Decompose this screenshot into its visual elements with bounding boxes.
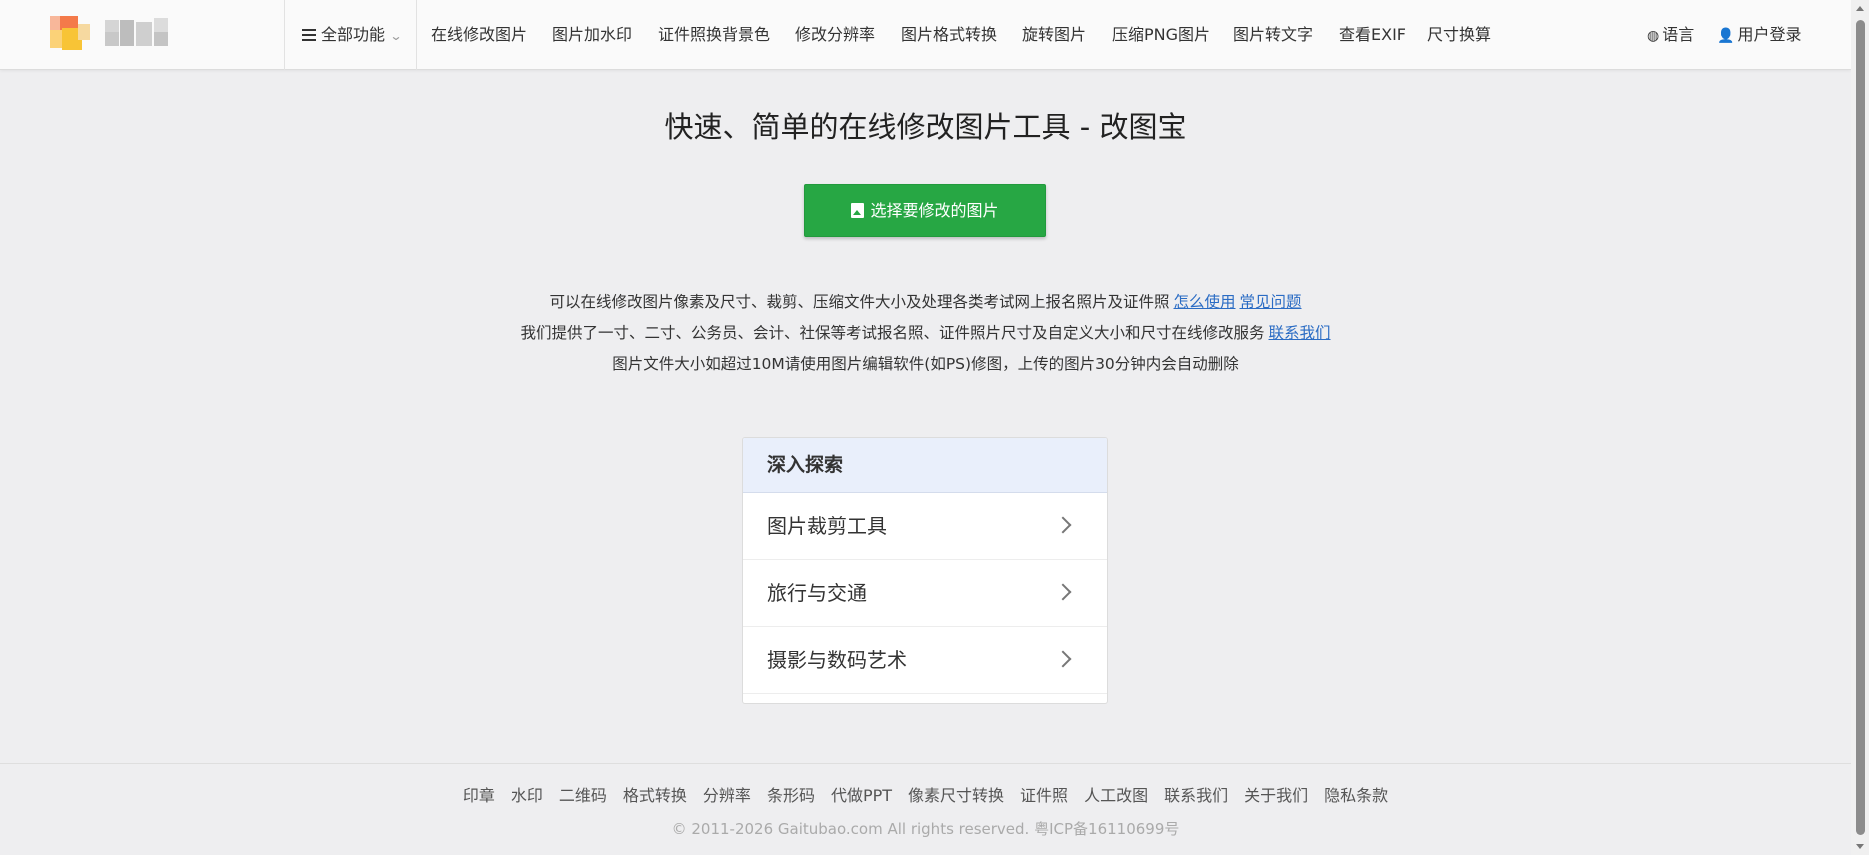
footer-link-qrcode[interactable]: 二维码 bbox=[559, 782, 607, 806]
footer-divider bbox=[0, 763, 1851, 764]
explore-item-label: 旅行与交通 bbox=[767, 581, 867, 605]
copyright-text: © 2011-2026 Gaitubao.com All rights rese… bbox=[671, 820, 1180, 838]
language-menu[interactable]: ◍ 语言 bbox=[1647, 22, 1694, 48]
chevron-down-icon: ⌄ bbox=[389, 29, 403, 43]
chevron-right-icon bbox=[1054, 516, 1072, 534]
footer-link-manual-edit[interactable]: 人工改图 bbox=[1084, 782, 1148, 806]
page-title: 快速、简单的在线修改图片工具 - 改图宝 bbox=[664, 110, 1187, 144]
scrollbar-thumb[interactable] bbox=[1856, 20, 1865, 835]
description-line-1: 可以在线修改图片像素及尺寸、裁剪、压缩文件大小及处理各类考试网上报名照片及证件照… bbox=[0, 287, 1851, 318]
footer-link-ppt[interactable]: 代做PPT bbox=[831, 782, 892, 806]
nav-item-resolution[interactable]: 修改分辨率 bbox=[795, 22, 875, 48]
explore-item-photography[interactable]: 摄影与数码艺术 bbox=[743, 627, 1107, 694]
explore-item-label: 摄影与数码艺术 bbox=[767, 648, 907, 672]
contact-us-link[interactable]: 联系我们 bbox=[1269, 324, 1331, 342]
top-navbar: 全部功能 ⌄ 在线修改图片 图片加水印 证件照换背景色 修改分辨率 图片格式转换 … bbox=[0, 0, 1851, 70]
footer-link-barcode[interactable]: 条形码 bbox=[767, 782, 815, 806]
footer-link-contact[interactable]: 联系我们 bbox=[1164, 782, 1228, 806]
footer-link-format[interactable]: 格式转换 bbox=[623, 782, 687, 806]
footer-link-watermark[interactable]: 水印 bbox=[511, 782, 543, 806]
footer-link-resolution[interactable]: 分辨率 bbox=[703, 782, 751, 806]
vertical-scrollbar[interactable] bbox=[1851, 0, 1869, 855]
user-icon: 👤 bbox=[1717, 28, 1735, 44]
user-login-link[interactable]: 👤 用户登录 bbox=[1717, 22, 1801, 48]
footer-link-seal[interactable]: 印章 bbox=[463, 782, 495, 806]
explore-panel: 深入探索 图片裁剪工具 旅行与交通 摄影与数码艺术 bbox=[742, 437, 1108, 704]
nav-item-id-photo-bg[interactable]: 证件照换背景色 bbox=[658, 22, 770, 48]
nav-item-watermark[interactable]: 图片加水印 bbox=[552, 22, 632, 48]
language-label: 语言 bbox=[1662, 25, 1695, 44]
select-image-label: 选择要修改的图片 bbox=[870, 201, 999, 220]
image-file-icon bbox=[851, 203, 865, 218]
description-text-2: 我们提供了一寸、二寸、公务员、会计、社保等考试报名照、证件照片尺寸及自定义大小和… bbox=[520, 324, 1265, 342]
page: 全部功能 ⌄ 在线修改图片 图片加水印 证件照换背景色 修改分辨率 图片格式转换 … bbox=[0, 0, 1869, 855]
explore-item-travel[interactable]: 旅行与交通 bbox=[743, 560, 1107, 627]
description-line-2: 我们提供了一寸、二寸、公务员、会计、社保等考试报名照、证件照片尺寸及自定义大小和… bbox=[0, 318, 1851, 349]
all-functions-label: 全部功能 bbox=[321, 25, 386, 44]
nav-item-exif[interactable]: 查看EXIF bbox=[1339, 22, 1406, 48]
description-text-1: 可以在线修改图片像素及尺寸、裁剪、压缩文件大小及处理各类考试网上报名照片及证件照 bbox=[549, 293, 1170, 311]
footer-link-pixel-size[interactable]: 像素尺寸转换 bbox=[908, 782, 1004, 806]
footer-link-about[interactable]: 关于我们 bbox=[1244, 782, 1308, 806]
explore-item-label: 图片裁剪工具 bbox=[767, 514, 887, 538]
footer-link-id-photo[interactable]: 证件照 bbox=[1020, 782, 1068, 806]
explore-panel-title: 深入探索 bbox=[743, 438, 1107, 493]
nav-divider bbox=[284, 0, 285, 70]
globe-icon: ◍ bbox=[1647, 28, 1660, 44]
footer-links: 印章 水印 二维码 格式转换 分辨率 条形码 代做PPT 像素尺寸转换 证件照 人工改图 联系我们关… bbox=[0, 782, 1851, 806]
description-line-3: 图片文件大小如超过10M请使用图片编辑软件(如PS)修图，上传的图片30分钟内会… bbox=[612, 355, 1239, 373]
nav-item-size-convert[interactable]: 尺寸换算 bbox=[1427, 22, 1491, 48]
how-to-use-link[interactable]: 怎么使用 bbox=[1173, 293, 1235, 311]
nav-item-format-convert[interactable]: 图片格式转换 bbox=[901, 22, 997, 48]
nav-item-compress-png[interactable]: 压缩PNG图片 bbox=[1112, 22, 1210, 48]
chevron-right-icon bbox=[1054, 583, 1072, 601]
user-login-label: 用户登录 bbox=[1737, 25, 1802, 44]
menu-icon bbox=[302, 29, 316, 41]
select-image-button[interactable]: 选择要修改的图片 bbox=[804, 184, 1046, 237]
nav-item-rotate[interactable]: 旋转图片 bbox=[1022, 22, 1086, 48]
scroll-down-arrow-icon[interactable] bbox=[1856, 844, 1864, 849]
footer-link-privacy[interactable]: 隐私条款 bbox=[1324, 782, 1388, 806]
faq-link[interactable]: 常见问题 bbox=[1240, 293, 1302, 311]
site-logo[interactable] bbox=[50, 16, 176, 52]
scroll-up-arrow-icon[interactable] bbox=[1856, 6, 1864, 11]
nav-item-online-edit[interactable]: 在线修改图片 bbox=[431, 22, 527, 48]
chevron-right-icon bbox=[1054, 650, 1072, 668]
all-functions-dropdown[interactable]: 全部功能 ⌄ bbox=[302, 22, 403, 48]
explore-item-crop-tool[interactable]: 图片裁剪工具 bbox=[743, 493, 1107, 560]
nav-item-image-to-text[interactable]: 图片转文字 bbox=[1233, 22, 1313, 48]
nav-divider bbox=[416, 0, 417, 70]
